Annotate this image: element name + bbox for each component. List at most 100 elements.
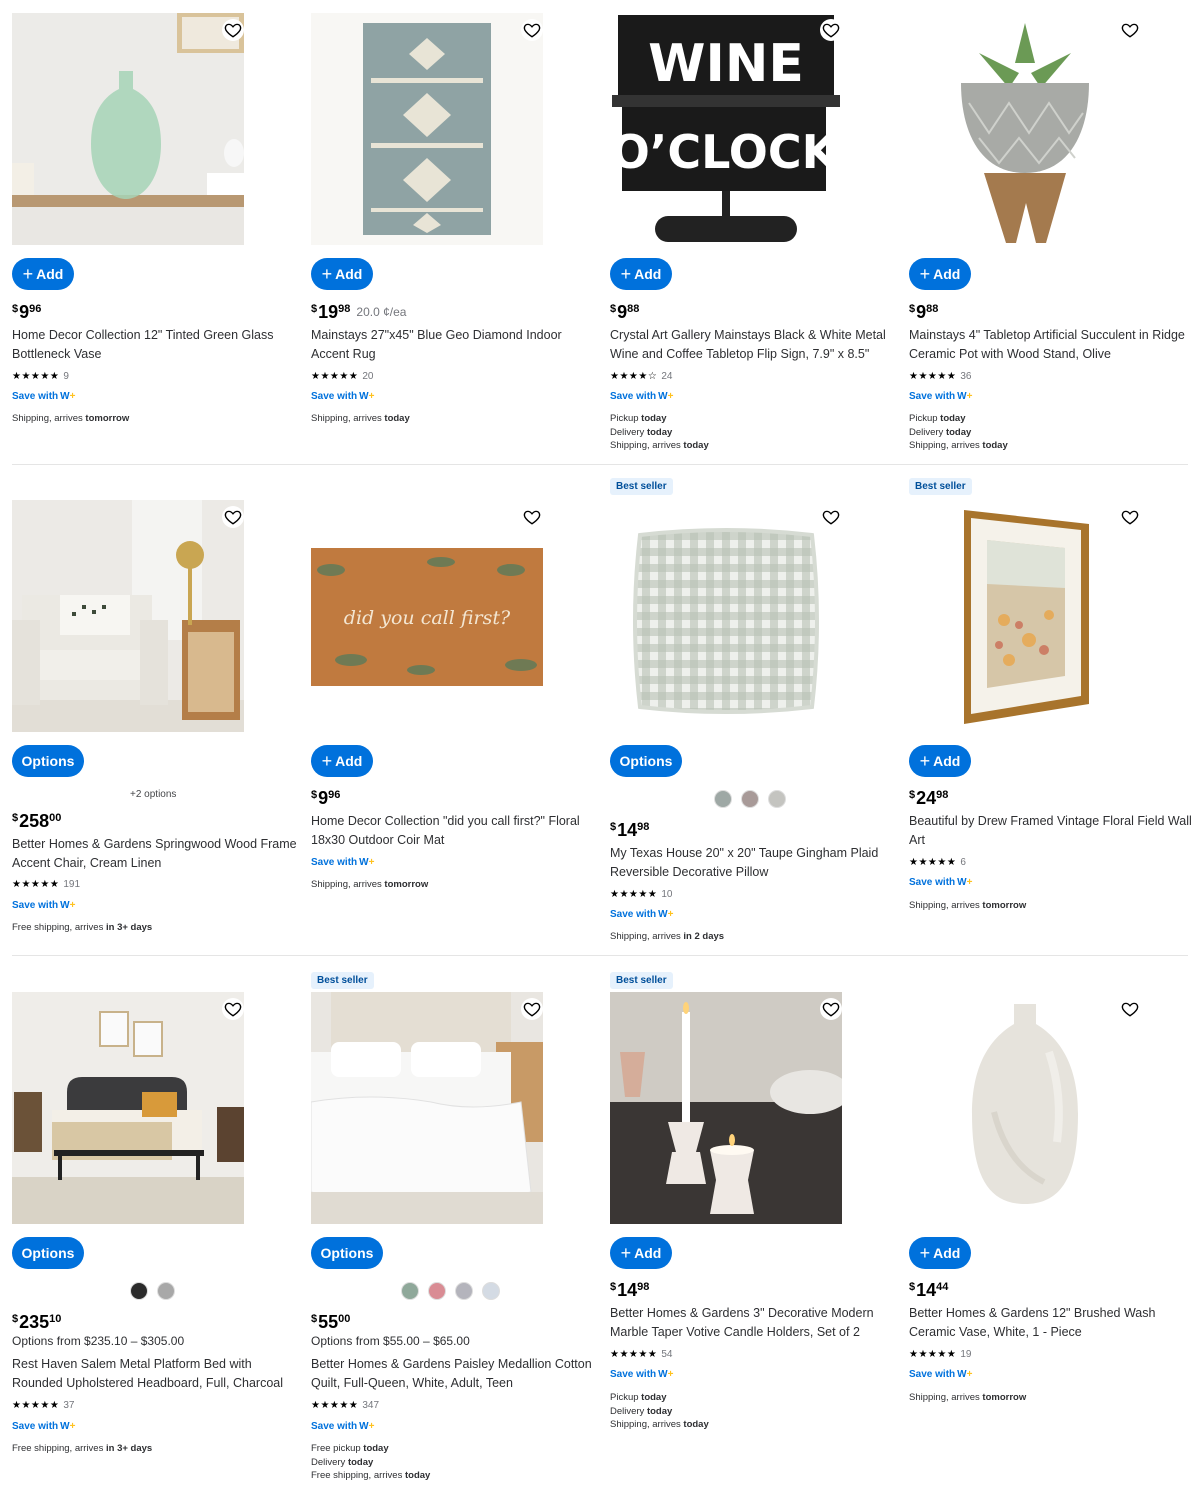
product-title[interactable]: Home Decor Collection "did you call firs…	[311, 812, 596, 850]
walmart-plus-icon: W+	[658, 1369, 674, 1380]
color-swatch[interactable]	[768, 790, 786, 808]
product-image[interactable]	[610, 500, 842, 732]
product-image[interactable]	[909, 500, 1141, 732]
product-price: $1498	[610, 820, 650, 840]
favorite-heart-icon[interactable]	[820, 506, 842, 528]
product-card[interactable]: Best seller + Add $1498 Better Homes & G…	[610, 956, 900, 1486]
product-image[interactable]: WINE O’CLOCK	[610, 13, 842, 245]
product-card[interactable]: + Add $988 Mainstays 4" Tabletop Artifici…	[909, 0, 1199, 465]
favorite-heart-icon[interactable]	[820, 998, 842, 1020]
product-rating: ★★★★★ 19	[909, 1349, 972, 1360]
add-to-cart-button[interactable]: + Add	[909, 745, 971, 777]
product-card[interactable]: Best seller + Add $2498 Beautiful by Drew…	[909, 465, 1199, 956]
product-title[interactable]: My Texas House 20" x 20" Taupe Gingham P…	[610, 844, 895, 882]
favorite-heart-icon[interactable]	[521, 19, 543, 41]
product-title[interactable]: Better Homes & Gardens Paisley Medallion…	[311, 1355, 596, 1393]
walmart-plus-icon: W+	[957, 877, 973, 888]
walmart-plus-save[interactable]: Save with W+	[12, 391, 75, 402]
product-title[interactable]: Mainstays 4" Tabletop Artificial Succule…	[909, 326, 1194, 364]
options-button[interactable]: Options	[311, 1237, 383, 1269]
rating-stars-icon: ★★★★★	[610, 1349, 658, 1360]
add-to-cart-button[interactable]: + Add	[12, 258, 74, 290]
color-swatch[interactable]	[482, 1282, 500, 1300]
add-to-cart-button[interactable]: + Add	[610, 1237, 672, 1269]
walmart-plus-save[interactable]: Save with W+	[12, 1421, 75, 1432]
walmart-plus-save[interactable]: Save with W+	[311, 1421, 374, 1432]
options-button[interactable]: Options	[12, 1237, 84, 1269]
product-title[interactable]: Better Homes & Gardens 3" Decorative Mod…	[610, 1304, 895, 1342]
favorite-heart-icon[interactable]	[820, 19, 842, 41]
add-to-cart-button[interactable]: + Add	[610, 258, 672, 290]
more-options-link[interactable]: +2 options	[130, 789, 176, 800]
color-swatch[interactable]	[455, 1282, 473, 1300]
fulfillment-info: Free pickup today Delivery today Free sh…	[311, 1443, 431, 1481]
product-image[interactable]: did you call first?	[311, 500, 543, 732]
fulfillment-info: Pickup today Delivery today Shipping, ar…	[610, 1392, 709, 1430]
product-image[interactable]	[909, 992, 1141, 1224]
walmart-plus-save[interactable]: Save with W+	[610, 909, 673, 920]
product-title[interactable]: Crystal Art Gallery Mainstays Black & Wh…	[610, 326, 895, 364]
favorite-heart-icon[interactable]	[222, 998, 244, 1020]
product-image[interactable]	[12, 13, 244, 245]
favorite-heart-icon[interactable]	[222, 506, 244, 528]
walmart-plus-icon: W+	[359, 857, 375, 868]
rating-stars-icon: ★★★★★	[12, 1400, 60, 1411]
product-title[interactable]: Home Decor Collection 12" Tinted Green G…	[12, 326, 297, 364]
product-title[interactable]: Mainstays 27"x45" Blue Geo Diamond Indoo…	[311, 326, 596, 364]
walmart-plus-save[interactable]: Save with W+	[12, 900, 75, 911]
color-swatch[interactable]	[741, 790, 759, 808]
product-card[interactable]: + Add $1444 Better Homes & Gardens 12" Br…	[909, 956, 1199, 1486]
rating-stars-icon: ★★★★☆	[610, 371, 658, 382]
product-card[interactable]: Best seller Options $5500 Options from $…	[311, 956, 601, 1486]
product-card[interactable]: Options +2 options $25800 Better Homes &…	[12, 465, 302, 956]
favorite-heart-icon[interactable]	[1119, 506, 1141, 528]
sign-text-bottom: O’CLOCK	[611, 125, 840, 179]
add-to-cart-button[interactable]: + Add	[311, 745, 373, 777]
product-image[interactable]	[610, 992, 842, 1224]
product-card[interactable]: did you call first? + Add $996 Home Decor…	[311, 465, 601, 956]
add-to-cart-button[interactable]: + Add	[909, 1237, 971, 1269]
rating-stars-icon: ★★★★★	[610, 889, 658, 900]
product-title[interactable]: Beautiful by Drew Framed Vintage Floral …	[909, 812, 1194, 850]
color-swatch[interactable]	[428, 1282, 446, 1300]
walmart-plus-save[interactable]: Save with W+	[909, 391, 972, 402]
product-image[interactable]	[12, 992, 244, 1224]
walmart-plus-save[interactable]: Save with W+	[610, 391, 673, 402]
favorite-heart-icon[interactable]	[1119, 19, 1141, 41]
product-card[interactable]: Options $23510 Options from $235.10 – $3…	[12, 956, 302, 1486]
product-card[interactable]: + Add $1998 20.0 ¢/ea Mainstays 27"x45" Bl…	[311, 0, 601, 465]
white-ceramic-vase-image	[909, 992, 1141, 1224]
product-title[interactable]: Better Homes & Gardens Springwood Wood F…	[12, 835, 297, 873]
product-image[interactable]	[909, 13, 1141, 245]
product-title[interactable]: Better Homes & Gardens 12" Brushed Wash …	[909, 1304, 1194, 1342]
favorite-heart-icon[interactable]	[521, 998, 543, 1020]
color-swatch[interactable]	[130, 1282, 148, 1300]
product-title[interactable]: Rest Haven Salem Metal Platform Bed with…	[12, 1355, 297, 1393]
product-card[interactable]: WINE O’CLOCK + Add $988 Crystal Art Galle…	[610, 0, 900, 465]
product-price: $25800	[12, 811, 62, 831]
favorite-heart-icon[interactable]	[222, 19, 244, 41]
walmart-plus-save[interactable]: Save with W+	[311, 857, 374, 868]
product-image[interactable]	[311, 13, 543, 245]
walmart-plus-save[interactable]: Save with W+	[311, 391, 374, 402]
color-swatch[interactable]	[157, 1282, 175, 1300]
add-to-cart-button[interactable]: + Add	[909, 258, 971, 290]
favorite-heart-icon[interactable]	[521, 506, 543, 528]
color-swatch[interactable]	[714, 790, 732, 808]
walmart-plus-save[interactable]: Save with W+	[909, 1369, 972, 1380]
product-card[interactable]: + Add $996 Home Decor Collection 12" Tint…	[12, 0, 302, 465]
doormat-text: did you call first?	[344, 607, 511, 629]
product-row: + Add $996 Home Decor Collection 12" Tint…	[0, 0, 1200, 465]
best-seller-badge: Best seller	[610, 972, 673, 989]
product-image[interactable]	[311, 992, 543, 1224]
favorite-heart-icon[interactable]	[1119, 998, 1141, 1020]
walmart-plus-save[interactable]: Save with W+	[909, 877, 972, 888]
options-button[interactable]: Options	[12, 745, 84, 777]
walmart-plus-save[interactable]: Save with W+	[610, 1369, 673, 1380]
product-rating: ★★★★★ 54	[610, 1349, 673, 1360]
color-swatch[interactable]	[401, 1282, 419, 1300]
product-image[interactable]	[12, 500, 244, 732]
add-to-cart-button[interactable]: + Add	[311, 258, 373, 290]
product-card[interactable]: Best seller Options $1498 My Texas House…	[610, 465, 900, 956]
options-button[interactable]: Options	[610, 745, 682, 777]
